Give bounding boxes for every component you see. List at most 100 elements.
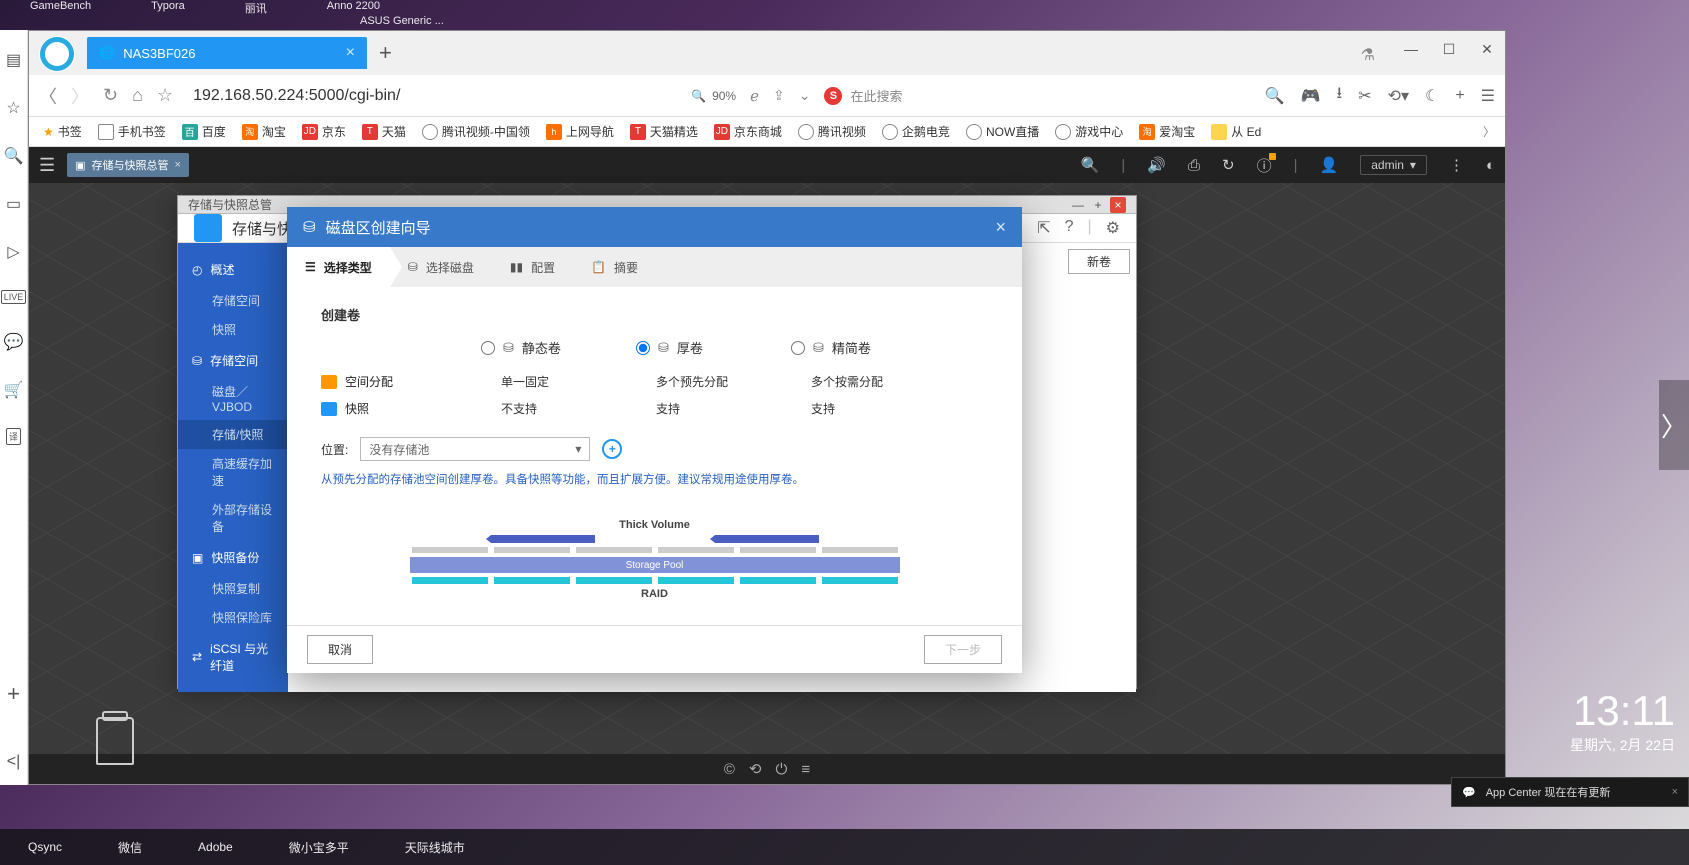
dock-copyright-icon[interactable]: ©	[724, 761, 735, 778]
radio-thick-volume[interactable]: ⛁厚卷	[636, 338, 791, 357]
sidebar-item-storage-space[interactable]: 存储空间	[178, 286, 288, 315]
rail-video-icon[interactable]: ▷	[7, 242, 19, 262]
bookmark-item[interactable]: 腾讯视频	[794, 123, 870, 140]
browser-tab-active[interactable]: 🌐 NAS3BF026 ×	[87, 37, 367, 69]
qts-volume-icon[interactable]: 🔊	[1147, 156, 1166, 174]
browser-logo-icon[interactable]	[39, 36, 75, 72]
sm-help-icon[interactable]: ?	[1065, 218, 1074, 238]
rail-translate-icon[interactable]: 译	[6, 428, 21, 445]
rail-collapse-icon[interactable]: <|	[7, 753, 21, 771]
radio-thin-volume[interactable]: ⛁精简卷	[791, 338, 946, 357]
sidebar-item-iscsi[interactable]: ⇄iSCSI 与光纤道	[178, 632, 288, 682]
window-close-icon[interactable]: ✕	[1479, 41, 1495, 58]
notification-close-icon[interactable]: ×	[1672, 786, 1678, 798]
desktop-next-arrow[interactable]: 〉	[1659, 380, 1689, 470]
undo-dropdown-icon[interactable]: ⟲▾	[1388, 86, 1409, 106]
qts-search-icon[interactable]: 🔍	[1081, 156, 1100, 174]
taskbar-item[interactable]: Adobe	[198, 840, 233, 854]
wizard-step-disks[interactable]: ⛁选择磁盘	[390, 247, 492, 287]
qts-user-icon[interactable]: 👤	[1320, 156, 1339, 174]
rail-add-icon[interactable]: +	[7, 681, 20, 707]
tab-close-icon[interactable]: ×	[346, 44, 355, 62]
bookmark-item[interactable]: NOW直播	[962, 123, 1043, 140]
fav-star-icon[interactable]: ☆	[157, 85, 173, 106]
dock-power-icon[interactable]: ⏻	[776, 761, 788, 778]
dock-drawer-icon[interactable]: ≡	[801, 761, 810, 778]
bookmark-item[interactable]: T天猫精选	[626, 123, 702, 140]
menu-hamburger-icon[interactable]: ☰	[1481, 86, 1495, 106]
moon-icon[interactable]: ☾	[1425, 86, 1439, 106]
sm-close-icon[interactable]: ×	[1110, 197, 1126, 213]
qts-tab-close-icon[interactable]: ×	[175, 159, 181, 171]
gamepad-icon[interactable]: 🎮	[1301, 86, 1321, 106]
zoom-indicator[interactable]: 🔍 90%	[691, 89, 736, 103]
sm-settings-icon[interactable]: ⚙	[1106, 218, 1120, 238]
rail-cart-icon[interactable]: 🛒	[4, 380, 24, 400]
qts-more-icon[interactable]: ⋮	[1449, 156, 1464, 174]
add-pool-button[interactable]: +	[602, 439, 622, 459]
sm-maximize-icon[interactable]: +	[1090, 197, 1106, 213]
sm-minimize-icon[interactable]: —	[1070, 197, 1086, 213]
next-button[interactable]: 下一步	[924, 635, 1002, 664]
qts-menu-icon[interactable]: ☰	[39, 155, 55, 176]
cancel-button[interactable]: 取消	[307, 635, 373, 664]
taskbar-item[interactable]: 天际线城市	[405, 839, 465, 856]
bookmark-item[interactable]: 手机书签	[94, 123, 170, 140]
sidebar-item-overview[interactable]: ◴概述	[178, 253, 288, 286]
qts-user-menu[interactable]: admin ▾	[1360, 155, 1427, 175]
wizard-step-config[interactable]: ▮▮配置	[492, 247, 573, 287]
taskbar-item[interactable]: 微信	[118, 839, 142, 856]
bookmark-item[interactable]: 淘爱淘宝	[1135, 123, 1199, 140]
search-trigger-icon[interactable]: 🔍	[1265, 86, 1285, 106]
share-dropdown-icon[interactable]: ⌄	[799, 87, 811, 104]
wizard-close-icon[interactable]: ×	[995, 217, 1006, 238]
bookmarks-overflow-icon[interactable]: 〉	[1483, 123, 1495, 140]
rail-star-icon[interactable]: ☆	[6, 98, 20, 118]
wizard-step-summary[interactable]: 📋摘要	[573, 247, 656, 287]
sidebar-item-snap-replica[interactable]: 快照复制	[178, 574, 288, 603]
rail-search-icon[interactable]: 🔍	[4, 146, 24, 166]
wizard-titlebar[interactable]: ⛁ 磁盘区创建向导 ×	[287, 207, 1022, 247]
new-tab-button[interactable]: +	[379, 40, 392, 66]
extensions-add-icon[interactable]: +	[1455, 87, 1464, 105]
bookmark-item[interactable]: ★书签	[39, 123, 86, 140]
rail-live-icon[interactable]: LIVE	[1, 290, 27, 304]
wizard-step-type[interactable]: ☰选择类型	[287, 247, 390, 287]
bookmark-item[interactable]: 游戏中心	[1051, 123, 1127, 140]
sidebar-item-snapshot[interactable]: 快照	[178, 315, 288, 344]
nav-home-icon[interactable]: ⌂	[132, 85, 143, 106]
sidebar-item-external[interactable]: 外部存储设备	[178, 495, 288, 541]
bookmark-item[interactable]: 淘淘宝	[238, 123, 290, 140]
bookmark-item[interactable]: 腾讯视频-中国领	[418, 123, 534, 140]
sm-external-icon[interactable]: ⇱	[1037, 218, 1050, 238]
rail-news-icon[interactable]: ▤	[6, 50, 21, 70]
taskbar-item[interactable]: Qsync	[28, 840, 62, 854]
taskbar-item[interactable]: 微小宝多平	[289, 839, 349, 856]
e-mode-icon[interactable]: ℯ	[750, 87, 759, 105]
bookmark-item[interactable]: JD京东	[298, 123, 350, 140]
radio-static-volume[interactable]: ⛁静态卷	[481, 338, 636, 357]
sidebar-item-snapbackup[interactable]: ▣快照备份	[178, 541, 288, 574]
location-select[interactable]: 没有存储池 ▾	[360, 437, 590, 461]
scissors-icon[interactable]: ✂	[1358, 86, 1371, 106]
appcenter-notification[interactable]: 💬 App Center 现在在有更新 ×	[1451, 777, 1689, 807]
sidebar-item-storage-snapshot[interactable]: 存储/快照	[178, 420, 288, 449]
lab-flask-icon[interactable]: ⚗	[1361, 45, 1375, 65]
window-minimize-icon[interactable]: —	[1403, 41, 1419, 58]
qts-devices-icon[interactable]: ⎙	[1188, 157, 1200, 174]
qts-dashboard-icon[interactable]: ◐	[1486, 157, 1495, 174]
desktop-trash-icon[interactable]	[96, 717, 134, 765]
rail-book-icon[interactable]: ▭	[6, 194, 21, 214]
bookmark-item[interactable]: T天猫	[358, 123, 410, 140]
sidebar-item-disks[interactable]: 磁盘／VJBOD	[178, 377, 288, 420]
sidebar-item-snap-vault[interactable]: 快照保险库	[178, 603, 288, 632]
nav-reload-icon[interactable]: ↻	[103, 85, 118, 106]
bookmark-item[interactable]: 从 Ed	[1207, 123, 1265, 140]
sidebar-item-storage[interactable]: ⛁存储空间	[178, 344, 288, 377]
share-icon[interactable]: ⇪	[773, 87, 785, 104]
bookmark-item[interactable]: JD京东商城	[710, 123, 786, 140]
window-maximize-icon[interactable]: ☐	[1441, 41, 1457, 58]
omnibox-search[interactable]: S 在此搜索	[824, 86, 1024, 105]
dock-recycle-icon[interactable]: ⟲	[749, 760, 762, 778]
rail-chat-icon[interactable]: 💬	[4, 332, 24, 352]
